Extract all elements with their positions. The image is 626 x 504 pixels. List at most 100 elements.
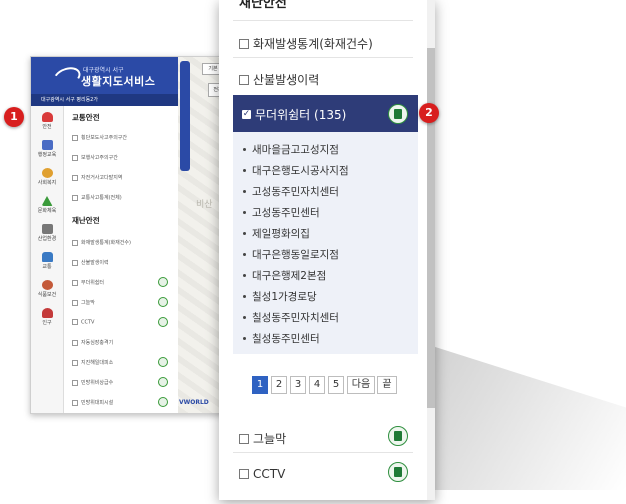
checkbox[interactable]: [72, 319, 78, 325]
list-item[interactable]: 새마을금고고성지점: [243, 142, 339, 157]
sidebar-item-welfare[interactable]: 사회복지: [33, 168, 61, 186]
divider: [233, 57, 413, 58]
excel-icon[interactable]: [388, 462, 408, 482]
list-item[interactable]: 민방위비상급수: [72, 377, 172, 387]
callout-badge-2: 2: [419, 103, 439, 123]
list-item[interactable]: 칠성동주민센터: [243, 331, 320, 346]
checkbox[interactable]: [72, 359, 78, 366]
list-item[interactable]: 대구은행도시공사지점: [243, 163, 349, 178]
layer-list: 교통안전 횡단보도사고주의구간 보행사고주의구간 자전거사고다발지역 교통사고통…: [64, 106, 178, 413]
scrollbar-track[interactable]: [427, 0, 435, 500]
list-item[interactable]: CCTV: [72, 317, 172, 327]
sidebar-label: 안전: [42, 124, 52, 130]
excel-icon[interactable]: [388, 104, 408, 124]
list-item[interactable]: 지진해일대피소: [72, 357, 172, 367]
checkbox[interactable]: [72, 174, 78, 181]
shelter-name: 칠성동주민자치센터: [252, 312, 339, 324]
list-item[interactable]: 무더위쉼터: [72, 277, 172, 287]
list-item-label: 지진해일대피소: [81, 360, 114, 366]
list-item[interactable]: 칠성동주민자치센터: [243, 310, 339, 325]
excel-icon[interactable]: [158, 277, 168, 287]
layer-item-forest-fire[interactable]: 산불발생이력: [239, 71, 419, 88]
list-item-label: 보행사고주의구간: [81, 155, 118, 161]
list-item[interactable]: 제일평화의집: [243, 226, 310, 241]
list-item[interactable]: 대구은행동일로지점: [243, 247, 339, 262]
excel-icon[interactable]: [158, 297, 168, 307]
divider: [233, 20, 413, 21]
list-item[interactable]: 자동심장충격기: [72, 339, 172, 346]
layer-label: 화재발생통계(화재건수): [253, 37, 373, 51]
sidebar-item-safety[interactable]: 안전: [33, 112, 61, 130]
list-item[interactable]: 화재발생통계(화재건수): [72, 239, 172, 246]
list-item[interactable]: 횡단보도사고주의구간: [72, 134, 172, 141]
layer-item-fire-stats[interactable]: 화재발생통계(화재건수): [239, 35, 419, 52]
logo-icon: [50, 63, 84, 91]
divider: [233, 452, 413, 453]
checkbox[interactable]: [239, 38, 249, 49]
list-item[interactable]: 교통사고통계(전체): [72, 194, 172, 201]
list-item-label: 산불발생이력: [81, 260, 109, 266]
list-item[interactable]: 대구은행제2본점: [243, 268, 326, 283]
sidebar-label: 식품보건: [37, 292, 57, 298]
checkbox[interactable]: [72, 339, 78, 346]
header-title: 생활지도서비스: [81, 75, 156, 88]
zoomed-layer-panel: 재난안전 화재발생통계(화재건수) 산불발생이력 ✓ 무더위쉼터 (135) 새마…: [219, 0, 435, 500]
section-title: 교통안전: [72, 113, 100, 122]
sidebar-item-culture[interactable]: 문화체육: [33, 196, 61, 214]
list-item-label: 그늘막: [81, 300, 95, 306]
sidebar-item-traffic[interactable]: 교통: [33, 252, 61, 270]
scrollbar-thumb[interactable]: [427, 48, 435, 408]
sidebar-item-population[interactable]: 인구: [33, 308, 61, 326]
sidebar-item-industry[interactable]: 산업환경: [33, 224, 61, 242]
excel-icon[interactable]: [158, 317, 168, 327]
checkbox[interactable]: [72, 154, 78, 161]
list-item[interactable]: 민방위대피시설: [72, 397, 172, 407]
page-button-1[interactable]: 1: [252, 376, 268, 394]
page-button-5[interactable]: 5: [328, 376, 344, 394]
zoom-slider[interactable]: [180, 61, 190, 171]
checkbox[interactable]: [72, 194, 78, 201]
sidebar-item-food[interactable]: 식품보건: [33, 280, 61, 298]
location-bar[interactable]: 대구광역시 서구 평리동2가: [31, 94, 178, 106]
checkbox[interactable]: [72, 299, 78, 306]
list-item[interactable]: 보행사고주의구간: [72, 154, 172, 161]
list-item[interactable]: 고성동주민센터: [243, 205, 320, 220]
checkbox[interactable]: [72, 239, 78, 246]
list-item[interactable]: 그늘막: [72, 297, 172, 307]
next-page-button[interactable]: 다음: [347, 376, 375, 394]
page-button-3[interactable]: 3: [290, 376, 306, 394]
list-item-label: 민방위비상급수: [81, 380, 114, 386]
list-item-label: 화재발생통계(화재건수): [81, 240, 131, 246]
checkbox[interactable]: [72, 379, 78, 386]
checkbox-checked[interactable]: ✓: [242, 110, 251, 119]
shelter-name: 고성동주민자치센터: [252, 186, 339, 198]
page-button-2[interactable]: 2: [271, 376, 287, 394]
list-item-label: 교통사고통계(전체): [81, 195, 122, 201]
list-item-label: 자전거사고다발지역: [81, 175, 123, 181]
checkbox[interactable]: [72, 259, 78, 266]
excel-icon[interactable]: [158, 397, 168, 407]
checkbox[interactable]: [72, 279, 78, 286]
checkbox[interactable]: [239, 468, 249, 479]
excel-icon[interactable]: [388, 426, 408, 446]
list-item[interactable]: 고성동주민자치센터: [243, 184, 339, 199]
sidebar-label: 인구: [42, 320, 52, 326]
checkbox[interactable]: [239, 433, 249, 444]
checkbox[interactable]: [72, 134, 78, 141]
excel-icon[interactable]: [158, 357, 168, 367]
sidebar-item-admin[interactable]: 행정교육: [33, 140, 61, 158]
layer-item-heat-shelter[interactable]: ✓ 무더위쉼터 (135): [233, 95, 418, 132]
list-item-label: 횡단보도사고주의구간: [81, 135, 128, 141]
list-item[interactable]: 산불발생이력: [72, 259, 172, 266]
shelter-name: 대구은행제2본점: [252, 270, 327, 282]
last-page-button[interactable]: 끝: [377, 376, 397, 394]
checkbox[interactable]: [72, 399, 78, 406]
shelter-name: 칠성동주민센터: [252, 333, 320, 345]
excel-icon[interactable]: [158, 377, 168, 387]
list-item[interactable]: 칠성1가경로당: [243, 289, 317, 304]
alarm-icon: [41, 112, 53, 122]
checkbox[interactable]: [239, 74, 249, 85]
page-button-4[interactable]: 4: [309, 376, 325, 394]
vworld-logo: VWORLD: [179, 399, 209, 406]
list-item[interactable]: 자전거사고다발지역: [72, 174, 172, 181]
